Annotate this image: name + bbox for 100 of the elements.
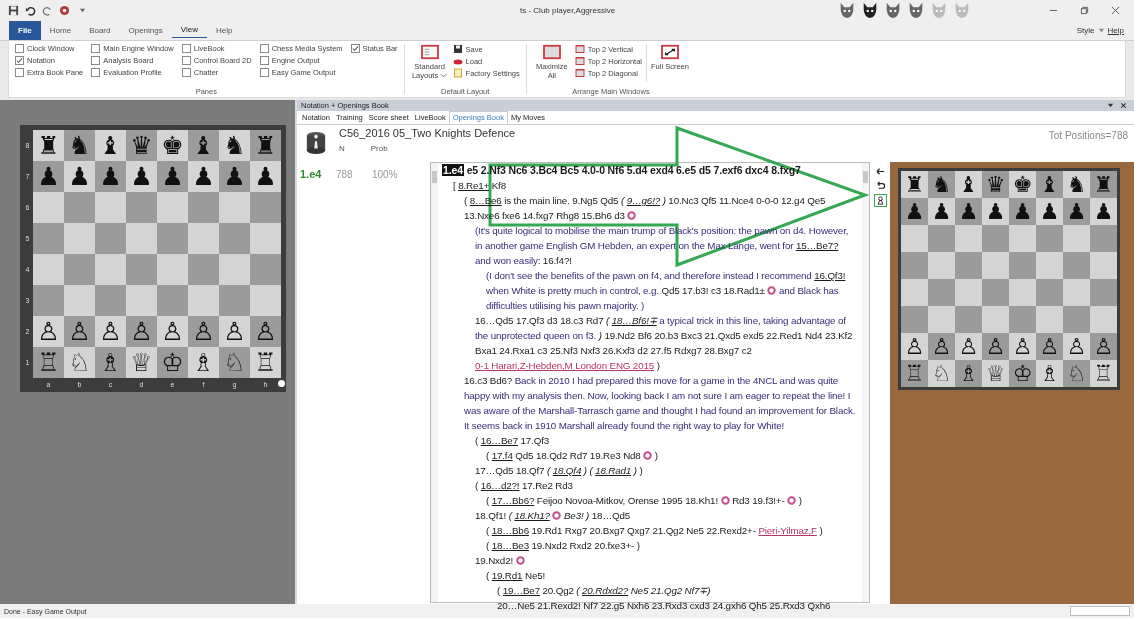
board-square[interactable] — [982, 225, 1009, 252]
board-square[interactable] — [219, 254, 250, 285]
board-square[interactable] — [64, 223, 95, 254]
undo-icon[interactable] — [25, 4, 36, 16]
board-square[interactable] — [33, 192, 64, 223]
book-move[interactable]: 1.e4 — [300, 168, 336, 180]
animal-head-icon[interactable] — [861, 1, 879, 19]
diagram-icon[interactable] — [720, 496, 730, 505]
move-link[interactable]: 18…Bf6!∓ — [611, 315, 657, 326]
move-link[interactable]: 16…d2?! — [480, 480, 520, 491]
board-square[interactable] — [982, 306, 1009, 333]
board-square[interactable] — [1063, 306, 1090, 333]
board-square[interactable] — [250, 254, 281, 285]
board-square[interactable] — [126, 285, 157, 316]
move-link[interactable]: 8.Re1+ — [458, 180, 490, 191]
board-square[interactable] — [126, 192, 157, 223]
diagram-icon[interactable] — [787, 496, 797, 505]
ribbon-tab[interactable]: Help — [206, 22, 242, 38]
move-link[interactable]: 18.Kh1? — [514, 510, 550, 521]
board-square[interactable] — [33, 223, 64, 254]
board-square[interactable] — [188, 254, 219, 285]
move-link[interactable]: 18…Be3 — [491, 540, 529, 551]
redo-icon[interactable] — [42, 4, 53, 16]
ribbon-tab[interactable]: Openings — [119, 22, 172, 38]
ribbon-tab[interactable]: Home — [40, 22, 81, 38]
move-link[interactable]: 17…Bb6? — [491, 495, 535, 506]
board-square[interactable] — [1090, 279, 1117, 306]
board-square[interactable] — [95, 192, 126, 223]
board-square[interactable] — [33, 254, 64, 285]
board-square[interactable] — [1036, 279, 1063, 306]
move-link[interactable]: 9…g6!? — [626, 195, 661, 206]
board-square[interactable] — [1036, 225, 1063, 252]
board-square[interactable] — [157, 192, 188, 223]
board-square[interactable] — [250, 192, 281, 223]
diagram-icon[interactable] — [627, 211, 637, 220]
board-square[interactable] — [95, 223, 126, 254]
move-link[interactable]: 18.Qf4 — [552, 465, 582, 476]
board-square[interactable] — [33, 285, 64, 316]
move-link[interactable]: 18…Bb6 — [491, 525, 529, 536]
move-link[interactable]: 18.Rad1 — [595, 465, 632, 476]
caret-icon[interactable] — [1107, 102, 1114, 109]
board-square[interactable] — [955, 306, 982, 333]
board-square[interactable] — [1009, 252, 1036, 279]
current-move[interactable]: 1.e4 — [442, 164, 464, 176]
board-square[interactable] — [1063, 252, 1090, 279]
board-square[interactable] — [1063, 225, 1090, 252]
move-link[interactable]: 17.f4 — [491, 450, 513, 461]
diagram-icon[interactable] — [515, 556, 525, 565]
board-square[interactable] — [219, 223, 250, 254]
board-square[interactable] — [1090, 252, 1117, 279]
board-square[interactable] — [1009, 225, 1036, 252]
board-square[interactable] — [901, 279, 928, 306]
move-link[interactable]: 15…Be7? — [795, 240, 839, 251]
board-square[interactable] — [219, 285, 250, 316]
close-icon[interactable] — [1111, 5, 1120, 15]
board-square[interactable] — [1063, 279, 1090, 306]
board-square[interactable] — [64, 285, 95, 316]
board-square[interactable] — [955, 279, 982, 306]
board-square[interactable] — [928, 306, 955, 333]
move-link[interactable]: 20.Rdxd2? — [582, 585, 629, 596]
board-square[interactable] — [1090, 306, 1117, 333]
board-square[interactable] — [982, 252, 1009, 279]
board-square[interactable] — [188, 223, 219, 254]
board-square[interactable] — [1009, 306, 1036, 333]
move-link[interactable]: 16.Qf3! — [814, 270, 846, 281]
chessboard[interactable]: ♜ ♞ ♝ ♛ ♚ ♝ ♞ ♜ ♟ ♟ ♟ ♟ ♟ ♟ ♟ ♟ ♙ ♙ ♙ ♙ ♙ ♙ ♙ ♙ ♖ ♘ ♗ ♕ ♔ ♗ ♘ ♖ — [898, 168, 1120, 390]
ribbon-tab[interactable]: Board — [80, 22, 120, 38]
ribbon-tab[interactable]: File — [9, 20, 41, 40]
board-square[interactable] — [982, 279, 1009, 306]
board-square[interactable] — [95, 254, 126, 285]
restore-icon[interactable] — [1080, 5, 1089, 15]
caret-icon[interactable] — [79, 6, 86, 14]
scrollbar[interactable] — [862, 163, 869, 602]
board-square[interactable] — [901, 252, 928, 279]
diagram-icon[interactable] — [643, 451, 653, 460]
game-link[interactable]: 0-1 Harari,Z-Hebden,M London ENG 2015 — [475, 360, 655, 371]
board-square[interactable] — [126, 223, 157, 254]
board-square[interactable] — [250, 285, 281, 316]
board-square[interactable] — [955, 252, 982, 279]
arrow-left-icon[interactable] — [874, 166, 886, 177]
board-square[interactable] — [1036, 252, 1063, 279]
ribbon-tab[interactable]: View — [171, 22, 207, 38]
board-square[interactable] — [188, 192, 219, 223]
board-square[interactable] — [64, 254, 95, 285]
diagram-icon[interactable] — [767, 286, 777, 295]
close-icon[interactable] — [1120, 102, 1127, 109]
board-square[interactable] — [1090, 225, 1117, 252]
board-square[interactable] — [95, 285, 126, 316]
board-square[interactable] — [250, 223, 281, 254]
board-square[interactable] — [157, 254, 188, 285]
board-square[interactable] — [219, 192, 250, 223]
app-logo-icon[interactable] — [59, 4, 70, 16]
board-square[interactable] — [928, 279, 955, 306]
board-square[interactable] — [1036, 306, 1063, 333]
board-square[interactable] — [64, 192, 95, 223]
board-square[interactable] — [901, 306, 928, 333]
board-square[interactable] — [1009, 279, 1036, 306]
board-square[interactable] — [126, 254, 157, 285]
move-link[interactable]: 19.Rd1 — [491, 570, 523, 581]
move-link[interactable]: 16…Be7 — [480, 435, 518, 446]
